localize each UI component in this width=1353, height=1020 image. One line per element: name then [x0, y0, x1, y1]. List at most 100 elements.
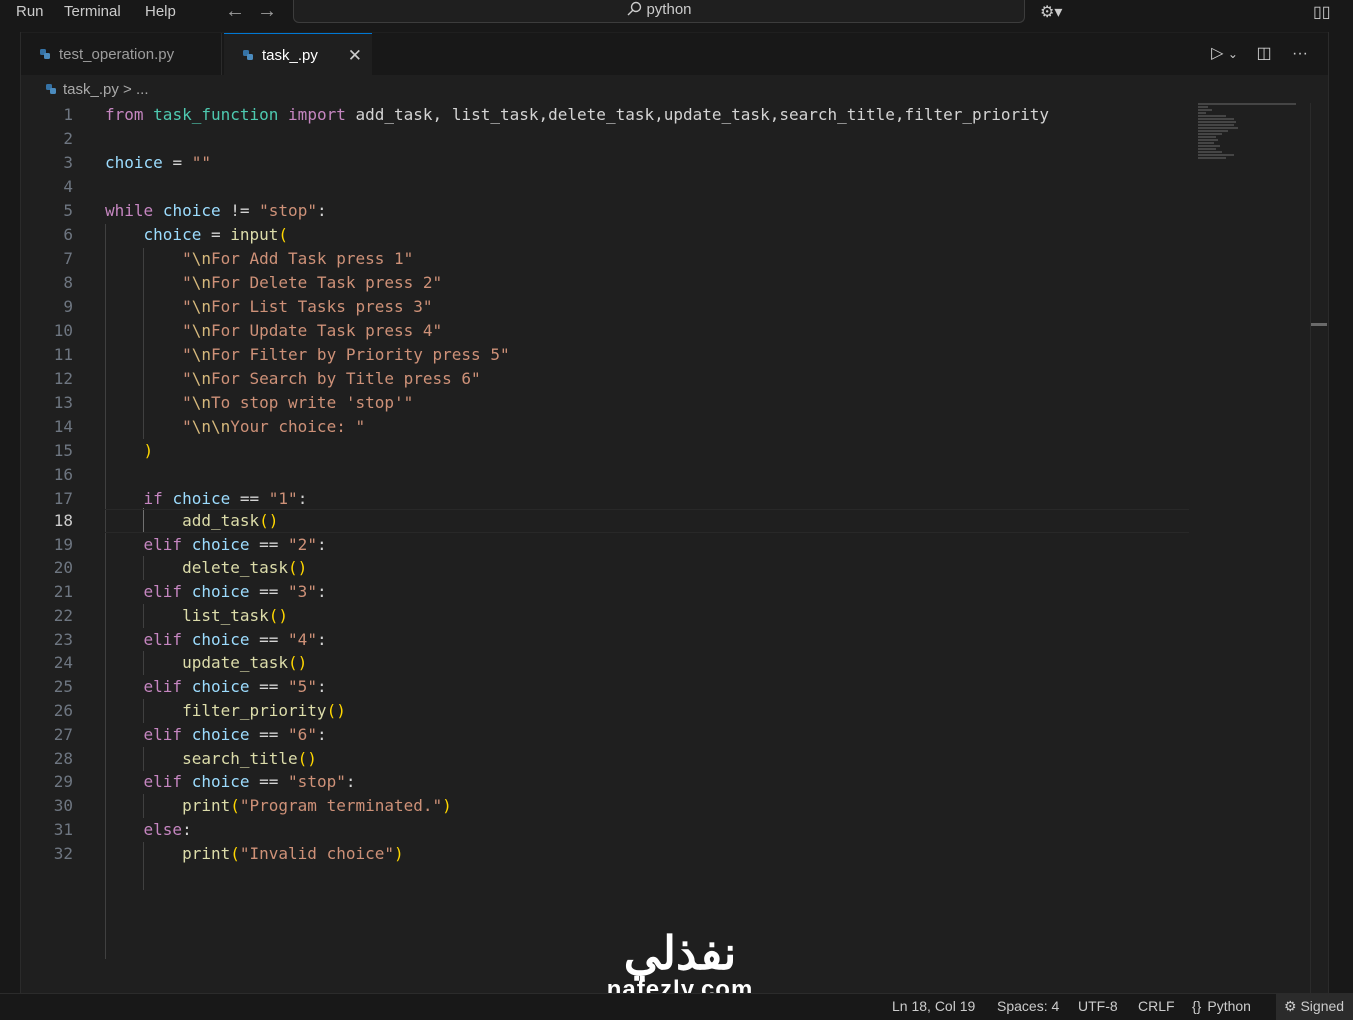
code-line: 7 "\nFor Add Task press 1" — [21, 247, 1191, 271]
command-center-search[interactable]: python — [293, 0, 1025, 23]
line-number: 12 — [53, 369, 73, 388]
code-line: 16 — [21, 463, 1191, 487]
code-line: 32 print("Invalid choice") — [21, 842, 1191, 866]
line-number: 16 — [53, 465, 73, 484]
code-line: 4 — [21, 175, 1191, 199]
line-number: 18 — [53, 511, 73, 530]
tab-label: task_.py — [262, 47, 318, 64]
line-number: 32 — [53, 844, 73, 863]
copilot-icon: ⚙ — [1284, 998, 1297, 1014]
code-line: 1 from task_function import add_task, lis… — [21, 103, 1191, 127]
line-number: 19 — [53, 535, 73, 554]
secondary-side-strip — [1328, 32, 1353, 993]
code-editor[interactable]: 1 from task_function import add_task, lis… — [21, 103, 1308, 993]
search-text: python — [646, 1, 692, 18]
line-number: 13 — [53, 393, 73, 412]
code-line: 22 list_task() — [21, 604, 1191, 628]
line-number: 24 — [53, 653, 73, 672]
minimap[interactable] — [1198, 103, 1298, 173]
status-eol[interactable]: CRLF — [1138, 998, 1175, 1014]
python-file-icon — [40, 49, 50, 59]
line-number: 5 — [63, 201, 73, 220]
menu-run[interactable]: Run — [16, 3, 44, 20]
line-number: 11 — [53, 345, 73, 364]
code-line: 19 elif choice == "2": — [21, 533, 1191, 557]
code-line: 12 "\nFor Search by Title press 6" — [21, 367, 1191, 391]
code-line: 5 while choice != "stop": — [21, 199, 1191, 223]
code-line: 9 "\nFor List Tasks press 3" — [21, 295, 1191, 319]
line-number: 6 — [63, 225, 73, 244]
status-language[interactable]: {} Python — [1192, 998, 1251, 1014]
code-line: 26 filter_priority() — [21, 699, 1191, 723]
status-cursor-position[interactable]: Ln 18, Col 19 — [892, 998, 975, 1014]
line-number: 26 — [53, 701, 73, 720]
title-bar: Run Terminal Help ← → python ⚙▾ ▯▯ — [0, 0, 1353, 32]
watermark-arabic: نفذلي — [623, 927, 737, 979]
line-number: 3 — [63, 153, 73, 172]
menu-help[interactable]: Help — [145, 3, 176, 20]
tab-task[interactable]: task_.py ✕ — [224, 33, 372, 75]
breadcrumb: task_.py > ... — [45, 81, 149, 98]
code-line: 28 search_title() — [21, 747, 1191, 771]
code-line: 8 "\nFor Delete Task press 2" — [21, 271, 1191, 295]
code-line: 3 choice = "" — [21, 151, 1191, 175]
code-line: 13 "\nTo stop write 'stop'" — [21, 391, 1191, 415]
line-number: 15 — [53, 441, 73, 460]
python-file-icon — [243, 50, 253, 60]
code-line: 29 elif choice == "stop": — [21, 770, 1191, 794]
status-indentation[interactable]: Spaces: 4 — [997, 998, 1059, 1014]
breadcrumb-more[interactable]: ... — [136, 81, 149, 98]
status-encoding[interactable]: UTF-8 — [1078, 998, 1118, 1014]
vertical-scrollbar[interactable] — [1310, 103, 1329, 993]
code-line: 30 print("Program terminated.") — [21, 794, 1191, 818]
line-number: 31 — [53, 820, 73, 839]
code-line: 11 "\nFor Filter by Priority press 5" — [21, 343, 1191, 367]
code-line: 10 "\nFor Update Task press 4" — [21, 319, 1191, 343]
code-line: 24 update_task() — [21, 651, 1191, 675]
chevron-down-icon[interactable]: ⌄ — [1228, 47, 1238, 61]
code-line: 21 elif choice == "3": — [21, 580, 1191, 604]
code-line: 25 elif choice == "5": — [21, 675, 1191, 699]
line-number: 2 — [63, 129, 73, 148]
line-number: 8 — [63, 273, 73, 292]
code-line: 6 choice = input( — [21, 223, 1191, 247]
status-signed[interactable]: ⚙ Signed — [1276, 994, 1353, 1020]
line-number: 25 — [53, 677, 73, 696]
line-number: 9 — [63, 297, 73, 316]
breadcrumb-separator: > — [123, 81, 132, 98]
back-arrow-icon[interactable]: ← — [225, 0, 245, 23]
line-number: 4 — [63, 177, 73, 196]
line-number: 7 — [63, 249, 73, 268]
code-line: 31 else: — [21, 818, 1191, 842]
code-line: 27 elif choice == "6": — [21, 723, 1191, 747]
run-icon[interactable]: ▷ — [1211, 45, 1223, 62]
status-language-label: Python — [1207, 998, 1251, 1014]
more-actions-icon[interactable]: ··· — [1292, 45, 1308, 62]
code-line: 2 — [21, 127, 1191, 151]
scrollbar-thumb[interactable] — [1311, 323, 1327, 326]
tab-test-operation[interactable]: test_operation.py — [21, 33, 222, 75]
line-number: 23 — [53, 630, 73, 649]
tab-label: test_operation.py — [59, 46, 175, 63]
line-number: 17 — [53, 489, 73, 508]
line-number: 1 — [63, 105, 73, 124]
line-number: 29 — [53, 772, 73, 791]
line-number: 22 — [53, 606, 73, 625]
close-icon[interactable]: ✕ — [348, 34, 362, 78]
line-number: 21 — [53, 582, 73, 601]
code-line: 17 if choice == "1": — [21, 487, 1191, 511]
line-number: 10 — [53, 321, 73, 340]
braces-icon: {} — [1192, 998, 1202, 1014]
split-editor-icon[interactable]: ◫ — [1256, 45, 1271, 62]
copilot-icon[interactable]: ⚙▾ — [1040, 2, 1062, 22]
code-line: 23 elif choice == "4": — [21, 628, 1191, 652]
code-line: 15 ) — [21, 439, 1191, 463]
layout-icon[interactable]: ▯▯ — [1313, 2, 1331, 22]
menu-terminal[interactable]: Terminal — [64, 3, 121, 20]
breadcrumb-file[interactable]: task_.py — [63, 81, 119, 98]
python-file-icon — [46, 84, 56, 94]
line-number: 14 — [53, 417, 73, 436]
line-number: 30 — [53, 796, 73, 815]
forward-arrow-icon[interactable]: → — [257, 0, 277, 23]
status-bar: Ln 18, Col 19 Spaces: 4 UTF-8 CRLF {} Pyt… — [0, 993, 1353, 1020]
